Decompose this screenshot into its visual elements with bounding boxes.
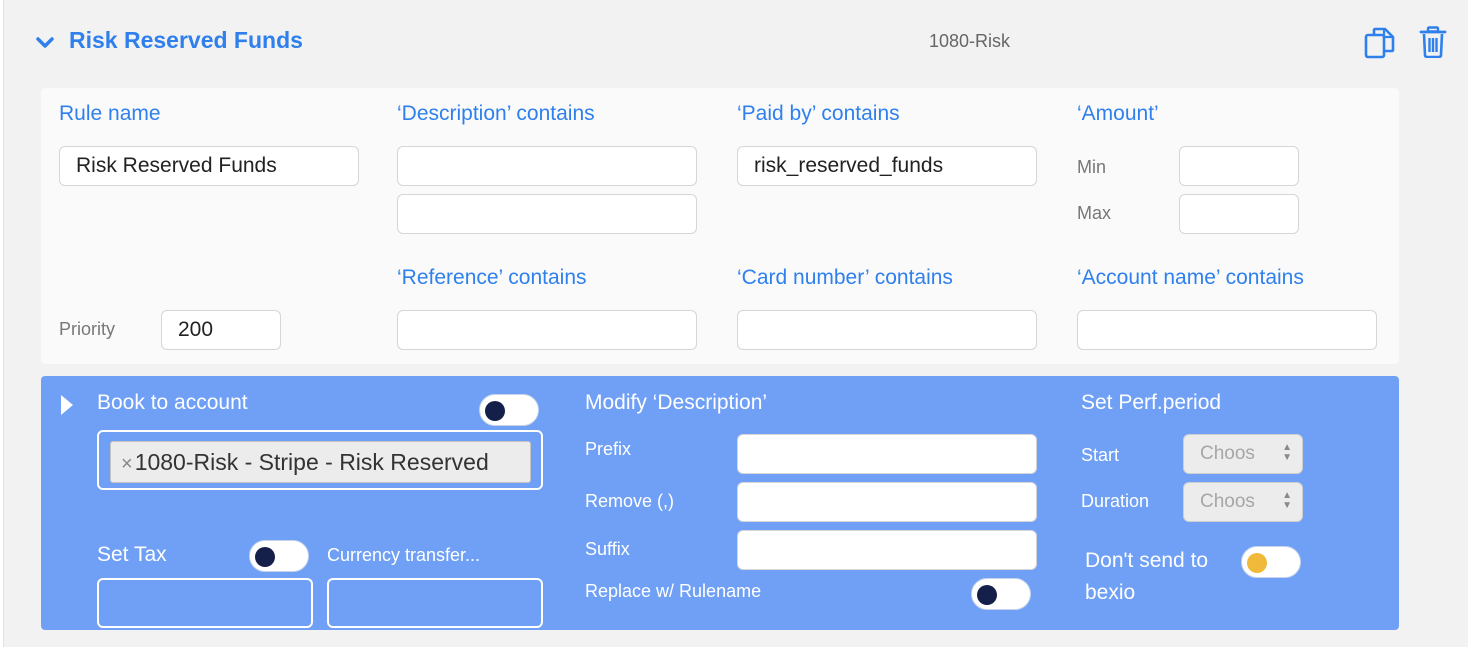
currency-transfer-input[interactable] (327, 578, 543, 628)
suffix-input[interactable] (737, 530, 1037, 570)
paid-by-contains-input[interactable]: risk_reserved_funds (737, 146, 1037, 186)
toggle-knob (485, 401, 505, 421)
suffix-label: Suffix (585, 539, 630, 559)
rule-title[interactable]: Risk Reserved Funds (69, 27, 303, 54)
replace-with-rulename-label: Replace w/ Rulename (585, 581, 762, 601)
currency-transfer-label: Currency transfer... (327, 545, 481, 565)
select-arrows-icon: ▲ ▼ (1282, 490, 1292, 511)
tag-remove-icon[interactable]: × (121, 453, 133, 475)
caret-right-icon[interactable] (58, 393, 76, 417)
account-tag[interactable]: ×1080-Risk - Stripe - Risk Reserved (110, 441, 531, 483)
replace-with-rulename-toggle[interactable] (971, 578, 1031, 610)
duration-label: Duration (1081, 491, 1150, 511)
chevron-down-icon[interactable] (34, 32, 56, 54)
dont-send-label-line2: bexio (1085, 581, 1136, 604)
set-tax-toggle[interactable] (249, 540, 309, 572)
remove-input[interactable] (737, 482, 1037, 522)
start-select-value: Choos (1200, 443, 1255, 464)
description-contains-label: ‘Description’ contains (397, 102, 595, 125)
account-tag-label: 1080-Risk - Stripe - Risk Reserved (134, 449, 489, 475)
toggle-knob (977, 585, 997, 605)
card-number-contains-label: ‘Card number’ contains (737, 266, 953, 289)
toggle-knob (255, 547, 275, 567)
duration-select-value: Choos (1200, 491, 1255, 512)
toggle-knob (1247, 553, 1267, 573)
priority-input[interactable]: 200 (161, 310, 281, 350)
duration-select[interactable]: Choos ▲ ▼ (1183, 482, 1303, 522)
rule-account-code: 1080-Risk (929, 31, 1011, 51)
book-to-account-label: Book to account (97, 391, 248, 414)
dont-send-to-bexio-toggle[interactable] (1241, 546, 1301, 578)
amount-max-input[interactable] (1179, 194, 1299, 234)
book-to-account-toggle[interactable] (479, 394, 539, 426)
card-number-contains-input[interactable] (737, 310, 1037, 350)
priority-label: Priority (59, 319, 116, 339)
perf-period-label: Set Perf.period (1081, 391, 1222, 414)
amount-max-label: Max (1077, 203, 1112, 223)
start-select[interactable]: Choos ▲ ▼ (1183, 434, 1303, 474)
set-tax-input[interactable] (97, 578, 313, 628)
remove-label: Remove (,) (585, 491, 675, 511)
modify-description-label: Modify ‘Description’ (585, 391, 768, 414)
prefix-label: Prefix (585, 439, 632, 459)
start-label: Start (1081, 445, 1120, 465)
description-contains-input-2[interactable] (397, 194, 697, 234)
prefix-input[interactable] (737, 434, 1037, 474)
amount-min-label: Min (1077, 157, 1107, 177)
account-name-contains-label: ‘Account name’ contains (1077, 266, 1304, 289)
amount-label: ‘Amount’ (1077, 102, 1159, 125)
paid-by-contains-label: ‘Paid by’ contains (737, 102, 900, 125)
rule-name-label: Rule name (59, 102, 161, 125)
reference-contains-input[interactable] (397, 310, 697, 350)
amount-min-input[interactable] (1179, 146, 1299, 186)
rule-name-input[interactable]: Risk Reserved Funds (59, 146, 359, 186)
account-name-contains-input[interactable] (1077, 310, 1377, 350)
reference-contains-label: ‘Reference’ contains (397, 266, 587, 289)
set-tax-label: Set Tax (97, 543, 167, 566)
description-contains-input-1[interactable] (397, 146, 697, 186)
trash-icon[interactable] (1419, 26, 1447, 58)
select-arrows-icon: ▲ ▼ (1282, 442, 1292, 463)
copy-icon[interactable] (1363, 26, 1397, 60)
dont-send-label-line1: Don't send to (1085, 549, 1209, 572)
